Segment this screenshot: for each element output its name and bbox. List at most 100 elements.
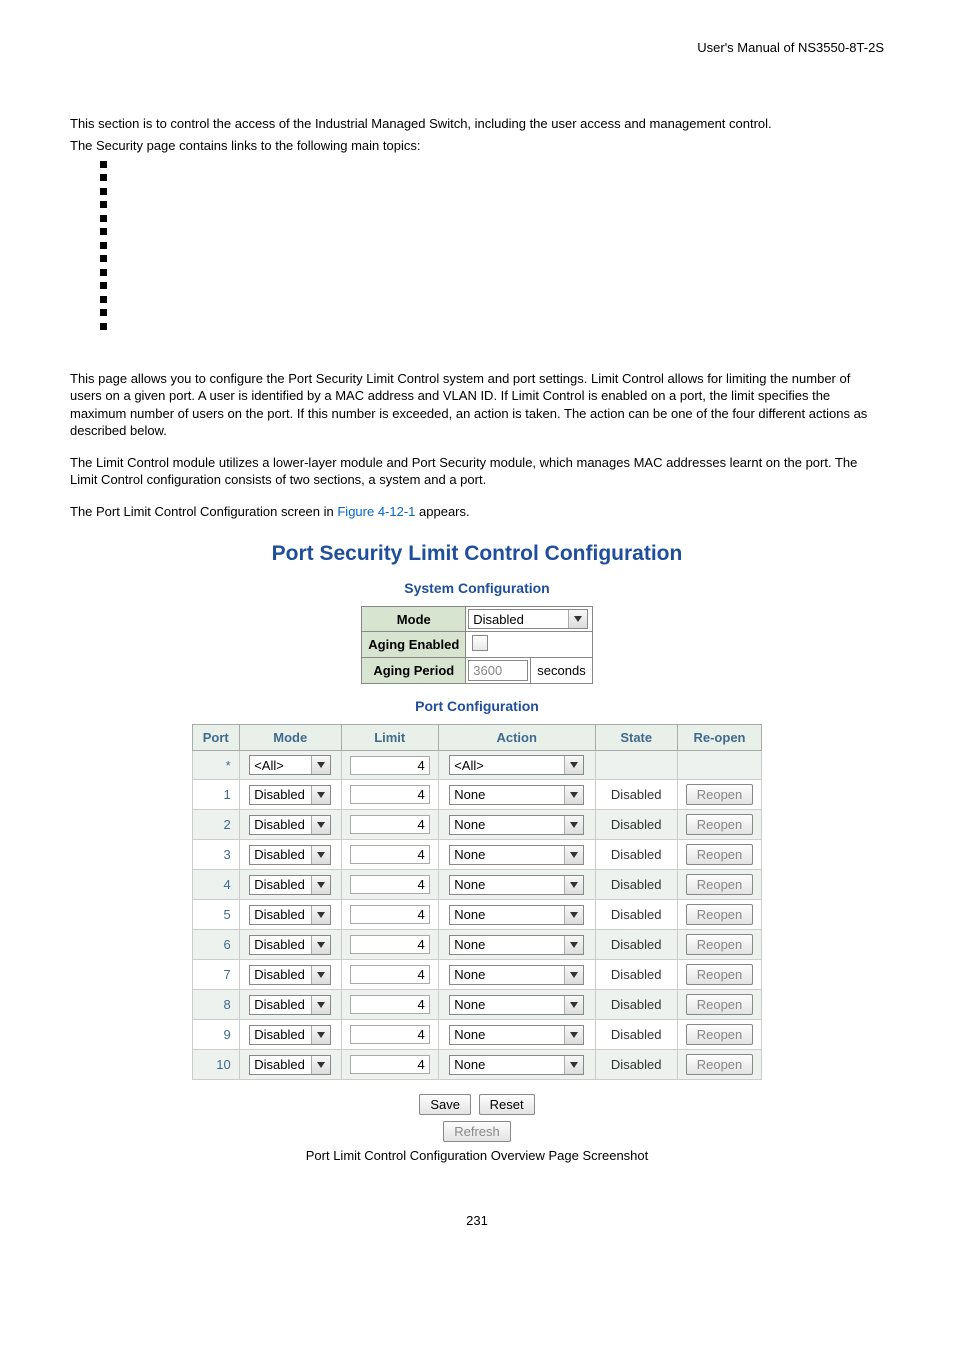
port-number: 6 (192, 930, 239, 960)
state-value: Disabled (595, 990, 677, 1020)
reopen-button[interactable]: Reopen (686, 784, 754, 805)
limit-input[interactable]: 4 (350, 905, 430, 924)
port-number: 9 (192, 1020, 239, 1050)
reopen-button[interactable]: Reopen (686, 814, 754, 835)
chevron-down-icon (564, 846, 583, 864)
body-para-3: The Port Limit Control Configuration scr… (70, 503, 884, 521)
sys-mode-value: Disabled (469, 612, 568, 627)
chevron-down-icon (564, 936, 583, 954)
action-select[interactable]: None (449, 905, 584, 925)
system-config-title: System Configuration (70, 580, 884, 596)
intro-text-1: This section is to control the access of… (70, 115, 884, 133)
action-select[interactable]: None (449, 875, 584, 895)
topic-bullets (100, 161, 884, 330)
table-row: 10Disabled4NoneDisabledReopen (192, 1050, 762, 1080)
limit-input[interactable]: 4 (350, 965, 430, 984)
limit-input[interactable]: 4 (350, 845, 430, 864)
limit-input[interactable]: 4 (350, 1025, 430, 1044)
table-row: 1 Disabled 4 None Disabled Reopen (192, 780, 762, 810)
action-select[interactable]: None (449, 1025, 584, 1045)
sys-mode-select[interactable]: Disabled (468, 609, 588, 629)
reset-button[interactable]: Reset (479, 1094, 535, 1115)
reopen-button[interactable]: Reopen (686, 964, 754, 985)
refresh-button[interactable]: Refresh (443, 1121, 511, 1142)
action-select[interactable]: None (449, 965, 584, 985)
chevron-down-icon (311, 876, 330, 894)
chevron-down-icon (568, 610, 587, 628)
table-row: 3 Disabled 4 None Disabled Reopen (192, 840, 762, 870)
mode-select[interactable]: Disabled (249, 905, 331, 925)
chevron-down-icon (564, 756, 583, 774)
table-row: 8 Disabled 4 None Disabled Reopen (192, 990, 762, 1020)
port-config-table: Port Mode Limit Action State Re-open * <… (192, 724, 763, 1080)
hdr-reopen: Re-open (677, 725, 762, 751)
port-number: 1 (192, 780, 239, 810)
figure-ref-link[interactable]: Figure 4-12-1 (337, 504, 415, 519)
hdr-limit: Limit (341, 725, 438, 751)
action-select[interactable]: None (449, 845, 584, 865)
limit-input-all[interactable]: 4 (350, 756, 430, 775)
system-config-table: Mode Disabled Aging Enabled Aging Period… (361, 606, 592, 684)
port-number: 4 (192, 870, 239, 900)
mode-select[interactable]: Disabled (249, 845, 331, 865)
port-number: 5 (192, 900, 239, 930)
reopen-button[interactable]: Reopen (686, 934, 754, 955)
hdr-state: State (595, 725, 677, 751)
sys-mode-label: Mode (362, 607, 466, 632)
chevron-down-icon (311, 1026, 330, 1044)
action-select[interactable]: None (449, 785, 584, 805)
chevron-down-icon (311, 966, 330, 984)
mode-select[interactable]: Disabled (249, 875, 331, 895)
reopen-button[interactable]: Reopen (686, 1054, 754, 1075)
limit-input[interactable]: 4 (350, 935, 430, 954)
action-select-all[interactable]: <All> (449, 755, 584, 775)
aging-period-input[interactable]: 3600 (468, 660, 528, 681)
mode-select[interactable]: Disabled (249, 785, 331, 805)
chevron-down-icon (564, 906, 583, 924)
mode-select[interactable]: Disabled (249, 1025, 331, 1045)
intro-text-2: The Security page contains links to the … (70, 137, 884, 155)
hdr-port: Port (192, 725, 239, 751)
state-value: Disabled (595, 780, 677, 810)
mode-select-all[interactable]: <All> (249, 755, 331, 775)
table-row: 6Disabled4NoneDisabledReopen (192, 930, 762, 960)
port-number: 7 (192, 960, 239, 990)
chevron-down-icon (311, 936, 330, 954)
port-number: 2 (192, 810, 239, 840)
action-select[interactable]: None (449, 995, 584, 1015)
page-number: 231 (70, 1213, 884, 1228)
mode-select[interactable]: Disabled (249, 965, 331, 985)
limit-input[interactable]: 4 (350, 815, 430, 834)
reopen-button[interactable]: Reopen (686, 994, 754, 1015)
aging-enabled-checkbox[interactable] (472, 635, 488, 651)
save-button[interactable]: Save (419, 1094, 471, 1115)
mode-select[interactable]: Disabled (249, 995, 331, 1015)
mode-select[interactable]: Disabled (249, 935, 331, 955)
reopen-button[interactable]: Reopen (686, 1024, 754, 1045)
limit-input[interactable]: 4 (350, 785, 430, 804)
reopen-button[interactable]: Reopen (686, 904, 754, 925)
limit-input[interactable]: 4 (350, 875, 430, 894)
reopen-button[interactable]: Reopen (686, 874, 754, 895)
chevron-down-icon (311, 786, 330, 804)
body-para-2: The Limit Control module utilizes a lowe… (70, 454, 884, 489)
doc-header: User's Manual of NS3550-8T-2S (70, 40, 884, 55)
state-value: Disabled (595, 840, 677, 870)
port-number: 8 (192, 990, 239, 1020)
hdr-mode: Mode (239, 725, 341, 751)
mode-select[interactable]: Disabled (249, 815, 331, 835)
chevron-down-icon (311, 996, 330, 1014)
limit-input[interactable]: 4 (350, 995, 430, 1014)
action-select[interactable]: None (449, 815, 584, 835)
chevron-down-icon (564, 996, 583, 1014)
state-value: Disabled (595, 870, 677, 900)
state-value: Disabled (595, 900, 677, 930)
state-value: Disabled (595, 1020, 677, 1050)
mode-select[interactable]: Disabled (249, 1055, 331, 1075)
port-number: 3 (192, 840, 239, 870)
action-select[interactable]: None (449, 935, 584, 955)
limit-input[interactable]: 4 (350, 1055, 430, 1074)
reopen-button[interactable]: Reopen (686, 844, 754, 865)
action-select[interactable]: None (449, 1055, 584, 1075)
para3-post: appears. (415, 504, 469, 519)
